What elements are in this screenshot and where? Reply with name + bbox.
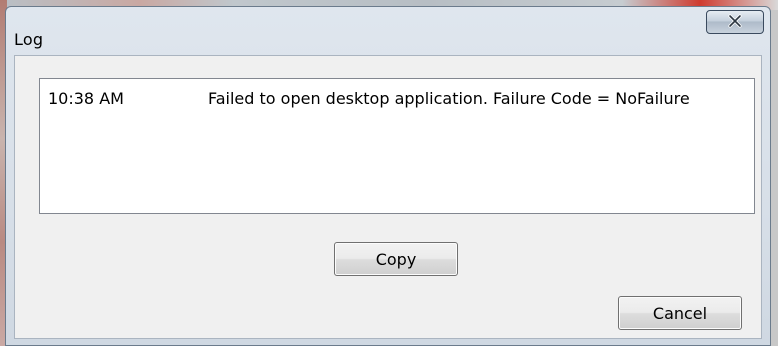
title-bar[interactable]: Log xyxy=(6,7,770,49)
log-entry[interactable]: 10:38 AM Failed to open desktop applicat… xyxy=(48,89,748,111)
dialog-content: 10:38 AM Failed to open desktop applicat… xyxy=(14,55,762,339)
close-button[interactable] xyxy=(706,10,764,34)
log-entry-message: Failed to open desktop application. Fail… xyxy=(208,89,690,108)
window-title: Log xyxy=(14,30,44,49)
cancel-button[interactable]: Cancel xyxy=(618,296,742,330)
close-icon xyxy=(727,13,743,32)
log-list[interactable]: 10:38 AM Failed to open desktop applicat… xyxy=(39,78,755,214)
log-entry-time: 10:38 AM xyxy=(48,89,124,108)
log-dialog: Log 10:38 AM Failed to open desktop appl… xyxy=(5,6,771,346)
copy-button[interactable]: Copy xyxy=(334,242,458,276)
